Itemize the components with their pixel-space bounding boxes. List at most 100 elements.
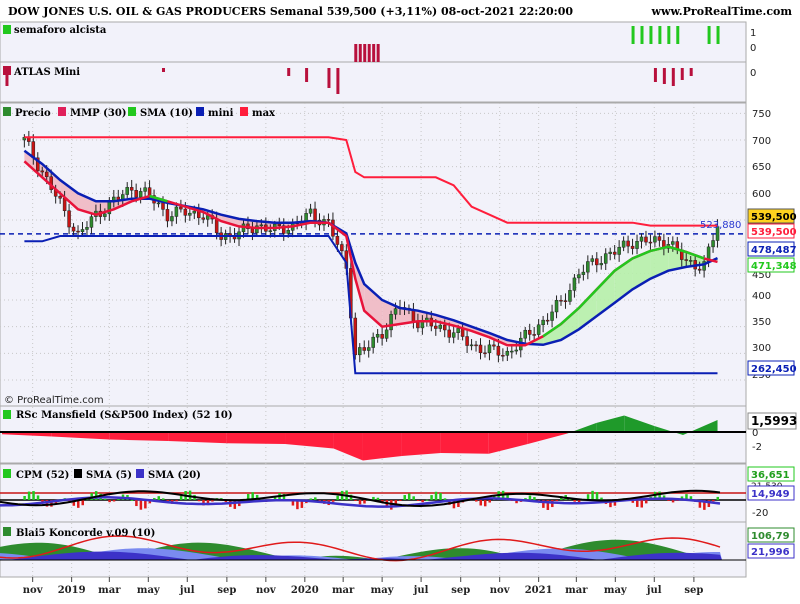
x-tick-label-3: may — [137, 585, 161, 596]
chart-svg: DOW JONES U.S. OIL & GAS PRODUCERS Seman… — [0, 0, 800, 596]
rsc-swatch — [3, 410, 11, 419]
candle-body-8 — [58, 196, 62, 199]
candle-body-114 — [532, 334, 536, 336]
semaforo-scale-1: 1 — [750, 28, 756, 39]
cpm-sma20-swatch — [136, 469, 144, 478]
candle-body-154 — [711, 240, 715, 248]
atlas-bar-5 — [336, 68, 340, 94]
candle-body-14 — [85, 227, 89, 230]
candle-body-100 — [469, 344, 474, 347]
cpm-bar-104 — [488, 500, 491, 503]
y-tick-350: 350 — [752, 317, 771, 328]
y-tick-700: 700 — [752, 136, 771, 147]
candle-body-118 — [550, 311, 554, 321]
candle-body-136 — [630, 245, 635, 249]
cpm-bar-75 — [358, 500, 362, 505]
cpm-bar-154 — [712, 500, 715, 502]
atlas-bar-3 — [305, 68, 309, 82]
candle-body-36 — [183, 208, 188, 216]
cpm-bar-92 — [434, 491, 438, 500]
candle-body-81 — [384, 329, 389, 339]
cpm-v3: 14,949 — [751, 489, 790, 500]
candle-body-55 — [268, 230, 273, 232]
candle-body-23 — [125, 187, 129, 195]
candle-body-124 — [577, 274, 581, 279]
atlas-bar-6 — [653, 68, 657, 82]
candle-body-12 — [76, 230, 80, 233]
legend-swatch-mini — [196, 107, 204, 116]
rsc-value: 1,5993 — [751, 414, 797, 428]
candle-body-130 — [603, 253, 608, 264]
candle-body-77 — [366, 347, 371, 351]
candle-body-28 — [147, 187, 152, 196]
atlas-swatch — [3, 66, 11, 75]
candle-body-70 — [335, 235, 340, 245]
cpm-bar-145 — [671, 500, 675, 503]
cpm-bar-114 — [533, 497, 536, 500]
candle-body-151 — [697, 268, 702, 271]
candle-body-140 — [648, 241, 653, 244]
cpm-bar-84 — [399, 500, 402, 501]
cpm-label: CPM (52) — [16, 470, 69, 481]
blai5-v2: 21,996 — [751, 547, 790, 558]
box-last: 539,500 — [751, 212, 797, 223]
candle-body-37 — [188, 212, 192, 216]
cpm-sma5-swatch — [74, 469, 82, 478]
candle-body-134 — [621, 240, 626, 248]
candle-body-59 — [286, 230, 290, 234]
candle-body-11 — [71, 226, 76, 232]
cpm-bar-86 — [407, 493, 411, 500]
cpm-bar-88 — [416, 500, 420, 501]
cpm-bar-137 — [636, 500, 639, 507]
semaforo-bar-2-1 — [716, 26, 720, 44]
cpm-bar-39 — [197, 500, 201, 502]
candle-body-141 — [653, 236, 657, 243]
semaforo-bar-2-0 — [707, 26, 711, 44]
cpm-bar-35 — [179, 495, 183, 500]
candle-body-68 — [326, 219, 331, 221]
candle-body-53 — [259, 224, 264, 227]
candle-body-83 — [393, 308, 398, 315]
legend-precio: Precio — [15, 108, 51, 119]
x-tick-label-17: sep — [684, 585, 703, 596]
y-tick-650: 650 — [752, 162, 771, 173]
blai5-swatch — [3, 527, 11, 536]
candle-body-90 — [425, 317, 429, 321]
candle-body-125 — [581, 271, 586, 275]
semaforo-bar-0-5 — [376, 44, 380, 62]
x-tick-label-11: sep — [451, 585, 470, 596]
candle-body-106 — [496, 345, 501, 356]
x-tick-label-4: jul — [179, 585, 195, 596]
atlas-scale-0: 0 — [750, 68, 756, 79]
semaforo-bar-0-2 — [363, 44, 367, 62]
candle-body-38 — [192, 210, 197, 214]
rsc-tick-0: 0 — [752, 428, 758, 439]
candle-body-120 — [559, 299, 563, 302]
cpm-tick: -20 — [752, 508, 768, 519]
candle-body-105 — [492, 344, 496, 347]
cpm-bar-128 — [595, 492, 599, 500]
y-tick-400: 400 — [752, 291, 771, 302]
candle-body-31 — [161, 202, 165, 210]
candle-body-123 — [572, 277, 577, 291]
candle-body-10 — [67, 210, 71, 228]
rsc-seg-7 — [362, 432, 402, 461]
rsc-label: RSc Mansfield (S&P500 Index) (52 10) — [16, 410, 233, 421]
site-link[interactable]: www.ProRealTime.com — [651, 5, 793, 18]
x-tick-label-9: may — [371, 585, 395, 596]
cpm-sma5-label: SMA (5) — [86, 470, 132, 481]
candle-body-117 — [545, 319, 550, 322]
atlas-label: ATLAS Mini — [13, 67, 80, 78]
candle-body-133 — [617, 246, 621, 255]
cpm-bar-138 — [640, 500, 644, 508]
candle-body-13 — [80, 229, 85, 232]
candle-body-35 — [179, 206, 183, 210]
y-tick-750: 750 — [752, 109, 771, 120]
semaforo-bar-1-0 — [631, 26, 635, 44]
x-axis: nov 2019 mar may jul sep nov 2020 mar may jul sep no… — [23, 577, 703, 596]
legend-swatch-mmp — [58, 107, 66, 116]
cpm-bar-1 — [27, 491, 31, 500]
legend-mmp: MMP (30) — [70, 108, 127, 119]
candle-body-57 — [277, 223, 282, 226]
legend-swatch-max — [240, 107, 248, 116]
